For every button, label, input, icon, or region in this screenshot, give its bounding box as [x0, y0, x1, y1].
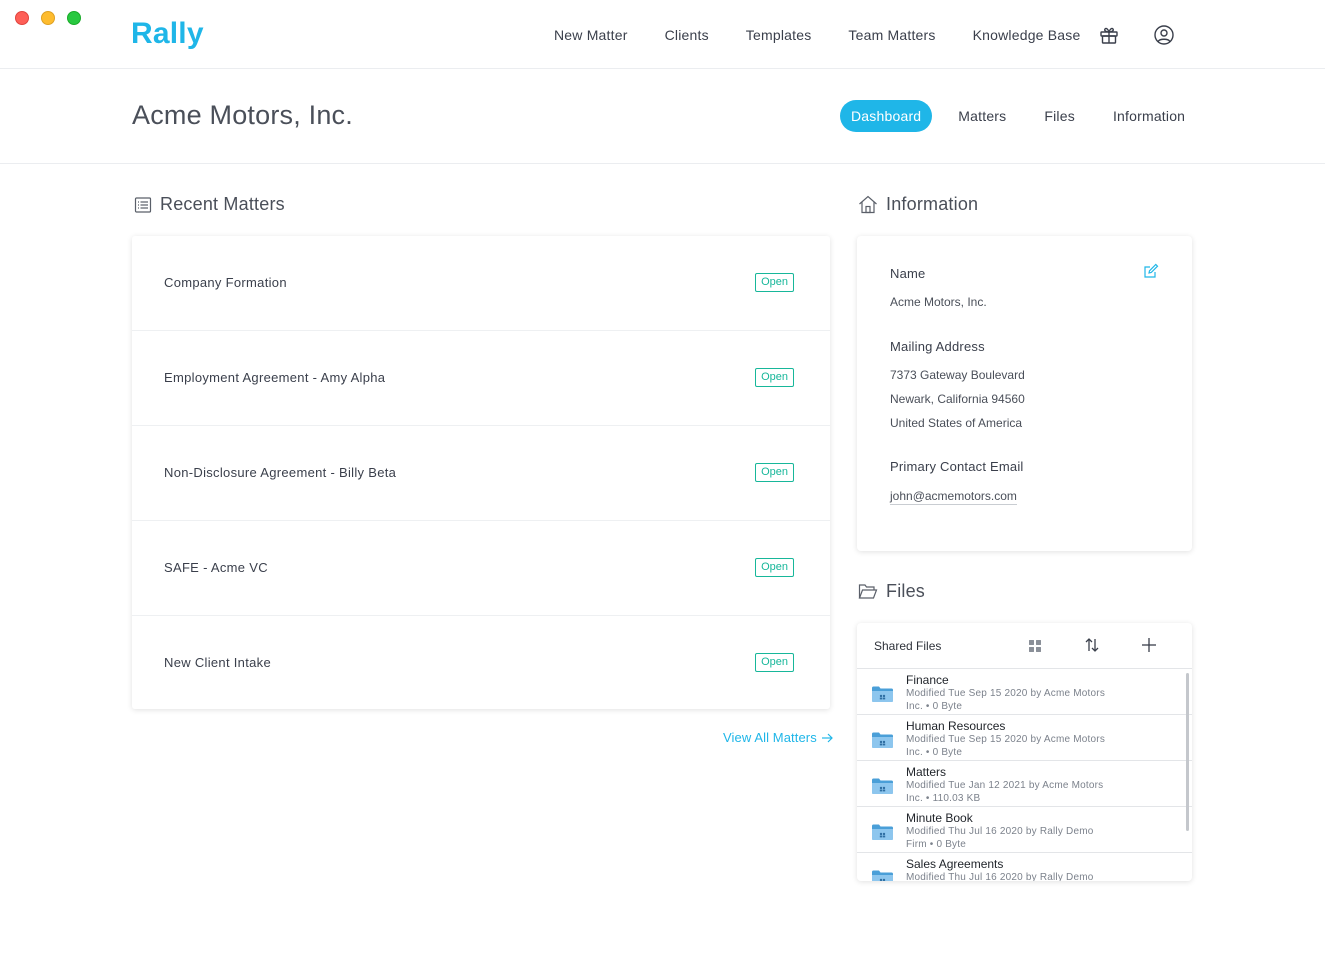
file-meta: Modified Tue Jan 12 2021 by Acme Motors … — [906, 779, 1136, 805]
client-tabs: Dashboard Matters Files Information — [840, 100, 1196, 132]
file-meta-line: Modified Thu Jul 16 2020 by Rally Demo — [906, 872, 1094, 881]
matter-title[interactable]: New Client Intake — [164, 655, 271, 670]
nav-knowledge-base[interactable]: Knowledge Base — [973, 27, 1081, 43]
rally-logo[interactable]: Rally — [131, 17, 204, 51]
file-list-scrollbar[interactable] — [1186, 673, 1189, 831]
file-meta-line: Firm • 0 Byte — [906, 839, 966, 850]
status-badge: Open — [755, 273, 794, 292]
top-navigation-bar: Rally New Matter Clients Templates Team … — [0, 0, 1325, 69]
matter-row[interactable]: Company Formation Open — [132, 236, 830, 331]
client-name: Acme Motors, Inc. — [132, 100, 353, 130]
view-all-matters-label: View All Matters — [723, 730, 817, 745]
gift-icon[interactable] — [1098, 24, 1120, 46]
grid-view-icon[interactable] — [1027, 636, 1043, 654]
tab-files[interactable]: Files — [1033, 100, 1086, 132]
file-name[interactable]: Matters — [906, 765, 946, 779]
primary-contact-email-label: Primary Contact Email — [890, 459, 1024, 474]
information-card: Name Acme Motors, Inc. Mailing Address 7… — [857, 236, 1192, 551]
view-all-matters-link[interactable]: View All Matters — [723, 730, 833, 745]
name-label: Name — [890, 266, 926, 281]
file-meta-line: Inc. • 0 Byte — [906, 701, 963, 712]
nav-team-matters[interactable]: Team Matters — [848, 27, 935, 43]
folder-open-icon — [858, 584, 878, 599]
address-line: Newark, California 94560 — [890, 392, 1025, 406]
file-meta-line: Modified Tue Jan 12 2021 by Acme Motors — [906, 780, 1104, 791]
matter-title[interactable]: Employment Agreement - Amy Alpha — [164, 370, 385, 385]
file-name[interactable]: Finance — [906, 673, 949, 687]
user-account-icon[interactable] — [1153, 24, 1175, 46]
file-meta-line: Inc. • 110.03 KB — [906, 793, 981, 804]
client-header: Acme Motors, Inc. Dashboard Matters File… — [0, 69, 1325, 164]
file-list[interactable]: Finance Modified Tue Sep 15 2020 by Acme… — [857, 669, 1192, 881]
address-line: 7373 Gateway Boulevard — [890, 368, 1025, 382]
shared-folder-icon — [872, 778, 893, 794]
status-badge: Open — [755, 463, 794, 482]
matter-row[interactable]: Employment Agreement - Amy Alpha Open — [132, 331, 830, 426]
address-line: United States of America — [890, 416, 1023, 430]
primary-contact-email-value[interactable]: john@acmemotors.com — [890, 489, 1017, 505]
file-row[interactable]: Sales Agreements Modified Thu Jul 16 202… — [857, 853, 1192, 881]
file-name[interactable]: Human Resources — [906, 719, 1005, 733]
files-toolbar: Shared Files — [857, 623, 1192, 669]
matter-title[interactable]: Non-Disclosure Agreement - Billy Beta — [164, 465, 396, 480]
shared-files-label: Shared Files — [874, 639, 942, 653]
file-meta-line: Modified Thu Jul 16 2020 by Rally Demo — [906, 826, 1094, 837]
file-meta: Modified Thu Jul 16 2020 by Rally Demo — [906, 871, 1136, 881]
edit-icon[interactable] — [1143, 263, 1159, 279]
file-meta-line: Inc. • 0 Byte — [906, 747, 963, 758]
information-title: Information — [886, 194, 979, 214]
recent-matters-heading: Recent Matters — [134, 194, 285, 215]
file-name[interactable]: Minute Book — [906, 811, 973, 825]
file-row[interactable]: Human Resources Modified Tue Sep 15 2020… — [857, 715, 1192, 761]
shared-folder-icon — [872, 870, 893, 881]
files-title: Files — [886, 581, 926, 601]
file-name[interactable]: Sales Agreements — [906, 857, 1003, 871]
matter-row[interactable]: SAFE - Acme VC Open — [132, 521, 830, 616]
shared-folder-icon — [872, 686, 893, 702]
matter-row[interactable]: New Client Intake Open — [132, 616, 830, 711]
mailing-address-label: Mailing Address — [890, 339, 985, 354]
file-meta-line: Modified Tue Sep 15 2020 by Acme Motors — [906, 734, 1106, 745]
home-icon — [859, 195, 877, 214]
list-icon — [134, 196, 152, 213]
status-badge: Open — [755, 368, 794, 387]
status-badge: Open — [755, 653, 794, 672]
main-nav: New Matter Clients Templates Team Matter… — [554, 27, 1117, 43]
file-row[interactable]: Finance Modified Tue Sep 15 2020 by Acme… — [857, 669, 1192, 715]
file-row[interactable]: Matters Modified Tue Jan 12 2021 by Acme… — [857, 761, 1192, 807]
arrow-right-icon — [821, 733, 833, 742]
files-heading: Files — [858, 581, 925, 602]
matter-title[interactable]: Company Formation — [164, 275, 287, 290]
add-icon[interactable] — [1140, 636, 1158, 654]
matter-row[interactable]: Non-Disclosure Agreement - Billy Beta Op… — [132, 426, 830, 521]
tab-information[interactable]: Information — [1102, 100, 1196, 132]
sort-icon[interactable] — [1083, 636, 1101, 654]
shared-files-panel: Shared Files Finance Modified Tue Sep 15… — [857, 623, 1192, 881]
information-heading: Information — [858, 194, 978, 215]
nav-clients[interactable]: Clients — [665, 27, 709, 43]
file-meta: Modified Thu Jul 16 2020 by Rally Demo F… — [906, 825, 1136, 851]
recent-matters-list: Company Formation Open Employment Agreem… — [132, 236, 830, 709]
matter-title[interactable]: SAFE - Acme VC — [164, 560, 268, 575]
status-badge: Open — [755, 558, 794, 577]
file-row[interactable]: Minute Book Modified Thu Jul 16 2020 by … — [857, 807, 1192, 853]
tab-dashboard[interactable]: Dashboard — [840, 100, 933, 132]
nav-new-matter[interactable]: New Matter — [554, 27, 628, 43]
nav-templates[interactable]: Templates — [746, 27, 812, 43]
file-meta-line: Modified Tue Sep 15 2020 by Acme Motors — [906, 688, 1106, 699]
file-meta: Modified Tue Sep 15 2020 by Acme Motors … — [906, 687, 1136, 713]
shared-folder-icon — [872, 732, 893, 748]
recent-matters-title: Recent Matters — [160, 194, 285, 214]
tab-matters[interactable]: Matters — [947, 100, 1017, 132]
shared-folder-icon — [872, 824, 893, 840]
name-value: Acme Motors, Inc. — [890, 295, 987, 309]
file-meta: Modified Tue Sep 15 2020 by Acme Motors … — [906, 733, 1136, 759]
